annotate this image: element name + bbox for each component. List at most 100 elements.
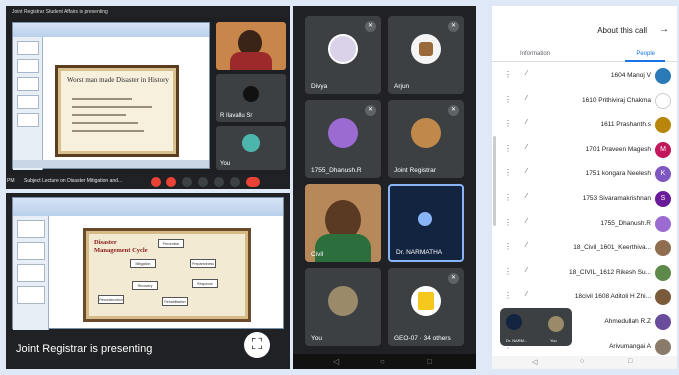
- participant-tile-presenter[interactable]: [216, 22, 286, 70]
- active-tab-indicator: [625, 60, 665, 62]
- mic-off-icon: ⁄: [526, 192, 528, 200]
- recents-nav-icon[interactable]: □: [628, 358, 632, 365]
- more-vert-icon[interactable]: ⋮: [504, 218, 512, 227]
- list-item[interactable]: ⋮ ⁄ 1755_Dhanush.R: [492, 212, 677, 237]
- tab-information[interactable]: Information: [520, 51, 550, 57]
- participant-tile-self[interactable]: You: [216, 126, 286, 170]
- more-vert-icon[interactable]: ⋮: [504, 95, 512, 104]
- mic-off-icon: ✕: [448, 21, 459, 32]
- end-call-button[interactable]: [246, 177, 260, 187]
- person-name: 18_Civil_1601_Keerthiva...: [573, 244, 651, 252]
- list-item[interactable]: ⋮ ⁄ 1611 Prashanth.s: [492, 113, 677, 138]
- avatar: [411, 34, 441, 64]
- recents-nav-icon[interactable]: □: [427, 357, 432, 366]
- grid-tile-joint-registrar[interactable]: ✕ Joint Registrar: [388, 100, 464, 178]
- back-arrow-icon[interactable]: →: [659, 24, 669, 35]
- avatar: [655, 264, 671, 281]
- slide-thumbnail: [16, 77, 39, 91]
- phone-participant-grid: ✕ Divya ✕ Arjun ✕ 1755_Dhanush.R ✕ Joint…: [293, 6, 476, 369]
- more-vert-icon[interactable]: ⋮: [504, 144, 512, 153]
- list-item[interactable]: ⋮ ⁄ 1701 Praveen Magesh M: [492, 138, 677, 163]
- meet-window-top: Joint Registrar Student Affairs is prese…: [6, 6, 290, 189]
- avatar: [655, 117, 671, 134]
- avatar: [328, 34, 358, 64]
- list-item[interactable]: ⋮ ⁄ 1753 Sivaramakrishnan S: [492, 187, 677, 212]
- more-vert-icon[interactable]: ⋮: [504, 267, 512, 276]
- more-vert-icon[interactable]: ⋮: [504, 70, 512, 79]
- tab-people[interactable]: People: [636, 51, 655, 57]
- home-nav-icon[interactable]: ○: [580, 358, 584, 365]
- home-nav-icon[interactable]: ○: [380, 357, 385, 366]
- camera-off-button[interactable]: [166, 177, 176, 187]
- logo-icon: [418, 292, 434, 310]
- avatar: [655, 92, 671, 109]
- grid-tile-others[interactable]: ✕ GEO-07 · 34 others: [388, 268, 464, 346]
- present-button[interactable]: [214, 177, 224, 187]
- grid-tile-divya[interactable]: ✕ Divya: [305, 16, 381, 94]
- meeting-title: Subject Lecture on Disaster Mitigation a…: [24, 178, 123, 184]
- avatar: [655, 338, 671, 355]
- list-item[interactable]: ⋮ ⁄ 1751 kongara Neelesh K: [492, 162, 677, 187]
- slide-thumbnail: [16, 264, 45, 282]
- back-nav-icon[interactable]: ◁: [532, 358, 537, 366]
- person-name: 18_CIVIL_1612 Rikesh Su...: [568, 268, 651, 276]
- more-options-button[interactable]: [230, 177, 240, 187]
- presenting-banner: Joint Registrar is presenting: [16, 343, 153, 355]
- person-name: 1753 Sivaramakrishnan: [582, 194, 651, 202]
- mic-off-button[interactable]: [151, 177, 161, 187]
- screenshot-collage: Joint Registrar Student Affairs is prese…: [0, 0, 679, 375]
- person-name: Ahmedullah R.Z: [604, 317, 651, 325]
- participant-video-body: [315, 234, 371, 262]
- avatar: [655, 313, 671, 330]
- shared-screen-presentation: Disaster Management Cycle Prevention Mit…: [12, 197, 284, 330]
- grid-tile-dhanush[interactable]: ✕ 1755_Dhanush.R: [305, 100, 381, 178]
- avatar: [411, 286, 441, 316]
- avatar-image: [419, 42, 433, 56]
- grid-tile-arjun[interactable]: ✕ Arjun: [388, 16, 464, 94]
- presenting-topbar: Joint Registrar Student Affairs is prese…: [6, 6, 290, 18]
- more-vert-icon[interactable]: ⋮: [504, 291, 512, 300]
- back-nav-icon[interactable]: ◁: [333, 357, 339, 366]
- participant-name: R Ilavallu Sr: [220, 113, 253, 119]
- slide-thumbnail: [16, 41, 39, 55]
- grid-tile-civil[interactable]: Civil: [305, 184, 381, 262]
- participant-name: Arjun: [394, 83, 410, 90]
- mic-off-icon: ✕: [448, 273, 459, 284]
- raise-hand-button[interactable]: [198, 177, 208, 187]
- meet-window-bottom: Disaster Management Cycle Prevention Mit…: [6, 193, 290, 369]
- list-item[interactable]: ⋮ ⁄ 18civil 1608 Aditoli H Zhi...: [492, 285, 677, 310]
- person-name: 18civil 1608 Aditoli H Zhi...: [574, 293, 651, 301]
- avatar: [242, 134, 260, 152]
- avatar: [328, 118, 358, 148]
- avatar: M: [655, 141, 671, 158]
- phone-people-panel: About this call → Information People ⋮ ⁄ 1…: [492, 6, 677, 369]
- slide-thumbnail: [16, 220, 45, 238]
- mic-off-icon: ⁄: [526, 168, 528, 176]
- cycle-box: Mitigation: [130, 259, 156, 268]
- slide-bullet-line: [72, 130, 144, 132]
- grid-tile-narmatha[interactable]: Dr. NARMATHA: [388, 184, 464, 262]
- list-item[interactable]: ⋮ ⁄ 1610 Prithiviraj Chakma: [492, 89, 677, 114]
- slide-thumbnail: [16, 113, 39, 127]
- participant-tile[interactable]: R Ilavallu Sr: [216, 74, 286, 122]
- cycle-box: Prevention: [158, 239, 184, 248]
- captions-button[interactable]: [182, 177, 192, 187]
- list-item[interactable]: ⋮ ⁄ 1604 Manoj V: [492, 64, 677, 89]
- fullscreen-button[interactable]: ⛶: [244, 332, 270, 358]
- more-vert-icon[interactable]: ⋮: [504, 119, 512, 128]
- slide-title: Worst man made Disaster in History: [67, 76, 169, 84]
- list-item[interactable]: ⋮ ⁄ 18_CIVIL_1612 Rikesh Su...: [492, 261, 677, 286]
- more-vert-icon[interactable]: ⋮: [504, 242, 512, 251]
- list-item[interactable]: ⋮ ⁄ 18_Civil_1601_Keerthiva...: [492, 236, 677, 261]
- more-vert-icon[interactable]: ⋮: [504, 193, 512, 202]
- slide-thumbnails: [13, 216, 49, 330]
- slide-bullet-line: [72, 114, 126, 116]
- avatar: [655, 289, 671, 306]
- picture-in-picture[interactable]: Dr. NARM... You: [500, 308, 572, 346]
- more-vert-icon[interactable]: ⋮: [504, 168, 512, 177]
- participant-name: Joint Registrar: [394, 167, 436, 174]
- mic-off-icon: ⁄: [526, 70, 528, 77]
- grid-tile-self[interactable]: You: [305, 268, 381, 346]
- cycle-box: Rehabilitation: [162, 297, 188, 306]
- person-name: 1751 kongara Neelesh: [585, 170, 651, 178]
